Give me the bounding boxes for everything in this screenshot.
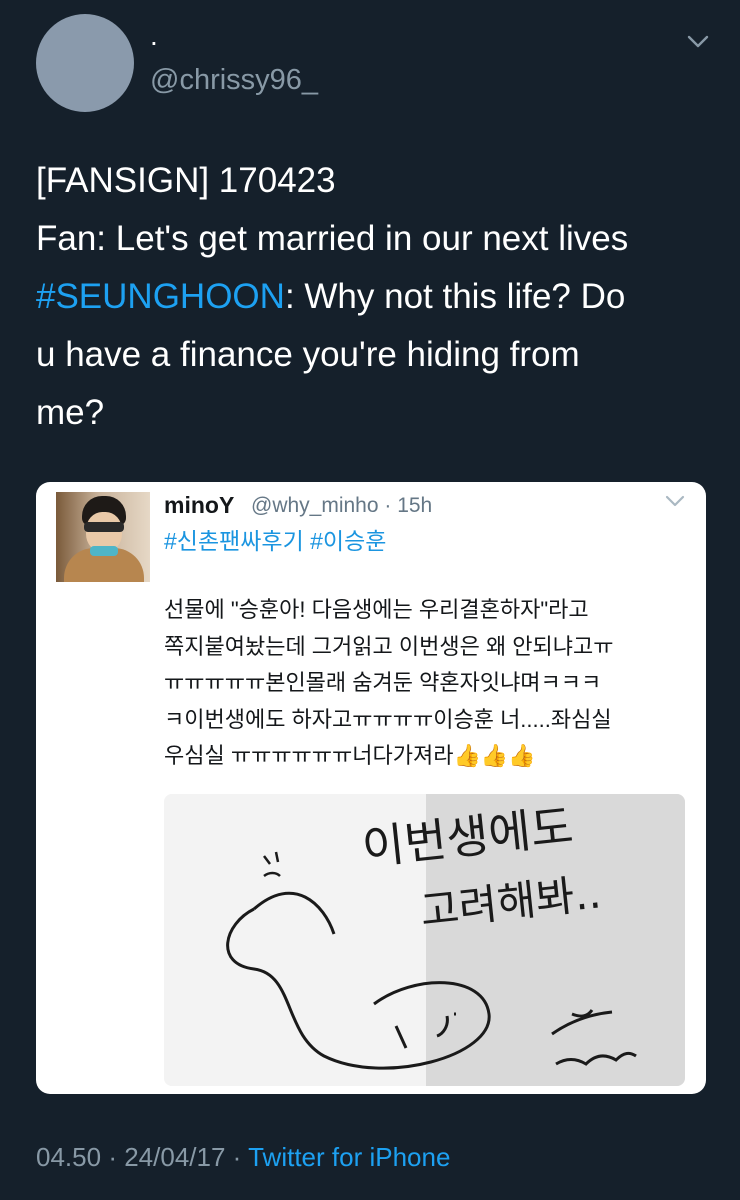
footer-separator: ·	[108, 1142, 117, 1172]
quoted-line: 쪽지붙여놨는데 그거읽고 이번생은 왜 안되냐고ㅠ	[164, 633, 614, 659]
tweet-line: [FANSIGN] 170423	[36, 161, 336, 200]
thumbs-up-icon: 👍👍👍	[453, 743, 536, 768]
quoted-line: 우심실 ㅠㅠㅠㅠㅠㅠ너다가져라👍👍👍	[164, 743, 536, 768]
quoted-tweet-text: 선물에 "승훈아! 다음생에는 우리결혼하자"라고 쪽지붙여놨는데 그거읽고 이…	[164, 592, 694, 775]
quoted-line: 선물에 "승훈아! 다음생에는 우리결혼하자"라고	[164, 597, 589, 622]
author-handle[interactable]: @chrissy96_	[150, 64, 318, 97]
quoted-line: ㅋ이번생에도 하자고ㅠㅠㅠㅠ이승훈 너.....좌심실	[164, 706, 612, 732]
handwritten-note-image: 이번생에도 고려해봐..	[164, 794, 685, 1086]
tweet-footer: 04.50 · 24/04/17 · Twitter for iPhone	[36, 1142, 450, 1173]
footer-separator: ·	[232, 1142, 242, 1172]
chevron-down-icon[interactable]	[664, 492, 686, 510]
hashtag-link[interactable]: #SEUNGHOON	[36, 277, 285, 316]
quoted-author-meta: @why_minho · 15h	[251, 494, 433, 517]
tweet-time: 04.50	[36, 1142, 102, 1172]
tweet-line: me?	[36, 393, 105, 432]
tweet-line: #SEUNGHOON: Why not this life? Do	[36, 277, 626, 316]
author-display-name[interactable]: .	[150, 22, 158, 50]
tweet-line: Fan: Let's get married in our next lives	[36, 219, 629, 258]
attached-photo[interactable]: 이번생에도 고려해봐..	[164, 794, 685, 1086]
tweet-text: [FANSIGN] 170423 Fan: Let's get married …	[36, 152, 716, 442]
quoted-author-avatar[interactable]	[56, 492, 150, 582]
tweet-source-link[interactable]: Twitter for iPhone	[248, 1142, 450, 1172]
tweet-line: u have a finance you're hiding from	[36, 335, 580, 374]
tweet-date: 24/04/17	[124, 1142, 226, 1172]
quoted-hashtags[interactable]: #신촌팬싸후기 #이승훈	[164, 522, 386, 556]
chevron-down-icon[interactable]	[686, 32, 710, 52]
author-avatar[interactable]	[36, 14, 134, 112]
quoted-line: ㅠㅠㅠㅠㅠ본인몰래 숨겨둔 약혼자잇냐며ㅋㅋㅋ	[164, 670, 602, 695]
quoted-tweet-card[interactable]: minoY @why_minho · 15h #신촌팬싸후기 #이승훈 선물에 …	[36, 482, 706, 1094]
quoted-author-name[interactable]: minoY	[164, 492, 234, 519]
